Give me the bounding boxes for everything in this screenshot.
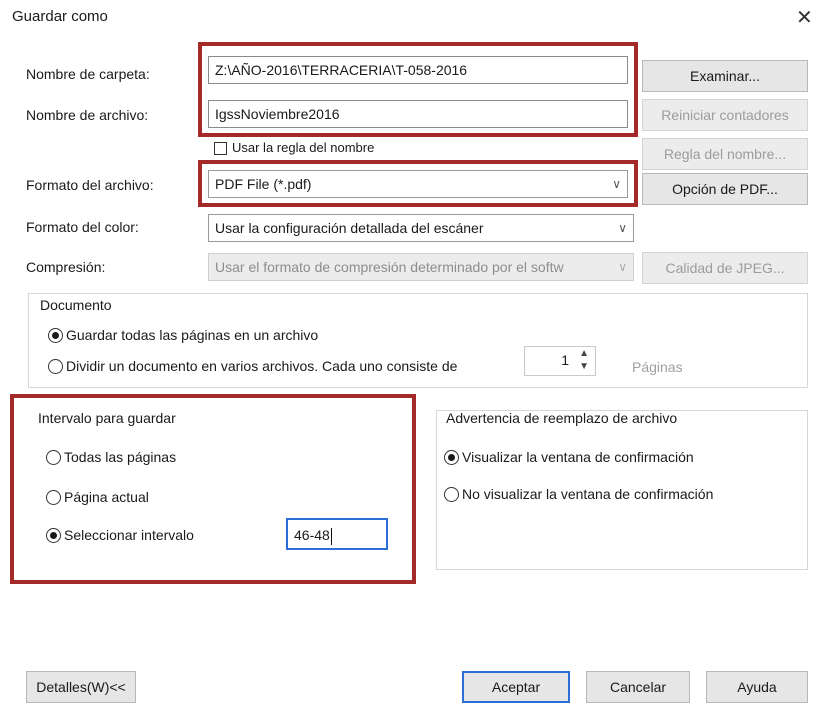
save-all-label: Guardar todas las páginas en un archivo <box>66 327 319 344</box>
range-all-label: Todas las páginas <box>64 449 177 466</box>
details-button[interactable]: Detalles(W)<< <box>26 671 136 703</box>
spin-down-icon[interactable]: ▼ <box>579 361 589 372</box>
compression-select[interactable]: Usar el formato de compresión determinad… <box>208 253 634 281</box>
jpeg-quality-button[interactable]: Calidad de JPEG... <box>642 252 808 284</box>
format-label: Formato del archivo: <box>26 177 154 193</box>
name-rule-button[interactable]: Regla del nombre... <box>642 138 808 170</box>
range-current-label: Página actual <box>64 489 149 506</box>
radio-selected-icon <box>48 327 63 343</box>
overwrite-show-option[interactable]: Visualizar la ventana de confirmación <box>444 448 694 465</box>
cancel-button[interactable]: Cancelar <box>586 671 690 703</box>
dialog-title: Guardar como <box>12 8 108 25</box>
folder-label: Nombre de carpeta: <box>26 66 150 82</box>
spin-up-icon[interactable]: ▲ <box>579 348 589 359</box>
overwrite-hide-label: No visualizar la ventana de confirmación <box>462 486 714 503</box>
pages-count-stepper[interactable]: 1 ▲ ▼ <box>524 346 596 376</box>
split-label: Dividir un documento en varios archivos.… <box>66 358 458 375</box>
pdf-option-button[interactable]: Opción de PDF... <box>642 173 808 205</box>
text-cursor <box>330 527 332 545</box>
radio-selected-icon <box>46 527 61 543</box>
accept-button[interactable]: Aceptar <box>462 671 570 703</box>
reset-counters-button[interactable]: Reiniciar contadores <box>642 99 808 131</box>
range-all-option[interactable]: Todas las páginas <box>46 448 176 465</box>
compression-select-value: Usar el formato de compresión determinad… <box>215 259 564 275</box>
compression-label: Compresión: <box>26 259 106 275</box>
range-group-title: Intervalo para guardar <box>38 410 176 426</box>
save-all-option[interactable]: Guardar todas las páginas en un archivo <box>48 326 318 343</box>
radio-icon <box>48 358 63 374</box>
split-option[interactable]: Dividir un documento en varios archivos.… <box>48 357 457 374</box>
chevron-down-icon: ∨ <box>612 177 621 191</box>
close-icon[interactable]: ✕ <box>796 5 813 30</box>
pages-count-value: 1 <box>561 352 569 368</box>
color-select[interactable]: Usar la configuración detallada del escá… <box>208 214 634 242</box>
chevron-down-icon: ∨ <box>618 260 627 274</box>
format-select[interactable]: PDF File (*.pdf) ∨ <box>208 170 628 198</box>
folder-input[interactable]: Z:\AÑO-2016\TERRACERIA\T-058-2016 <box>208 56 628 84</box>
range-current-option[interactable]: Página actual <box>46 488 149 505</box>
radio-selected-icon <box>444 449 459 465</box>
color-select-value: Usar la configuración detallada del escá… <box>215 220 484 236</box>
radio-icon <box>444 486 459 502</box>
range-select-option[interactable]: Seleccionar intervalo <box>46 526 194 543</box>
overwrite-hide-option[interactable]: No visualizar la ventana de confirmación <box>444 485 713 502</box>
radio-icon <box>46 449 61 465</box>
document-group-title: Documento <box>40 297 112 313</box>
help-button[interactable]: Ayuda <box>706 671 808 703</box>
range-input[interactable]: 46-48 <box>286 518 388 550</box>
file-name-input[interactable]: IgssNoviembre2016 <box>208 100 628 128</box>
overwrite-group-title: Advertencia de reemplazo de archivo <box>446 410 678 426</box>
name-rule-label: Usar la regla del nombre <box>232 140 375 155</box>
color-label: Formato del color: <box>26 219 139 235</box>
chevron-down-icon: ∨ <box>618 221 627 235</box>
overwrite-show-label: Visualizar la ventana de confirmación <box>462 449 694 466</box>
name-rule-checkbox[interactable] <box>214 142 227 155</box>
browse-button[interactable]: Examinar... <box>642 60 808 92</box>
range-select-label: Seleccionar intervalo <box>64 527 194 544</box>
pages-label: Páginas <box>632 359 683 375</box>
file-label: Nombre de archivo: <box>26 107 149 123</box>
radio-icon <box>46 489 61 505</box>
range-input-value: 46-48 <box>294 527 330 543</box>
format-select-value: PDF File (*.pdf) <box>215 176 312 192</box>
